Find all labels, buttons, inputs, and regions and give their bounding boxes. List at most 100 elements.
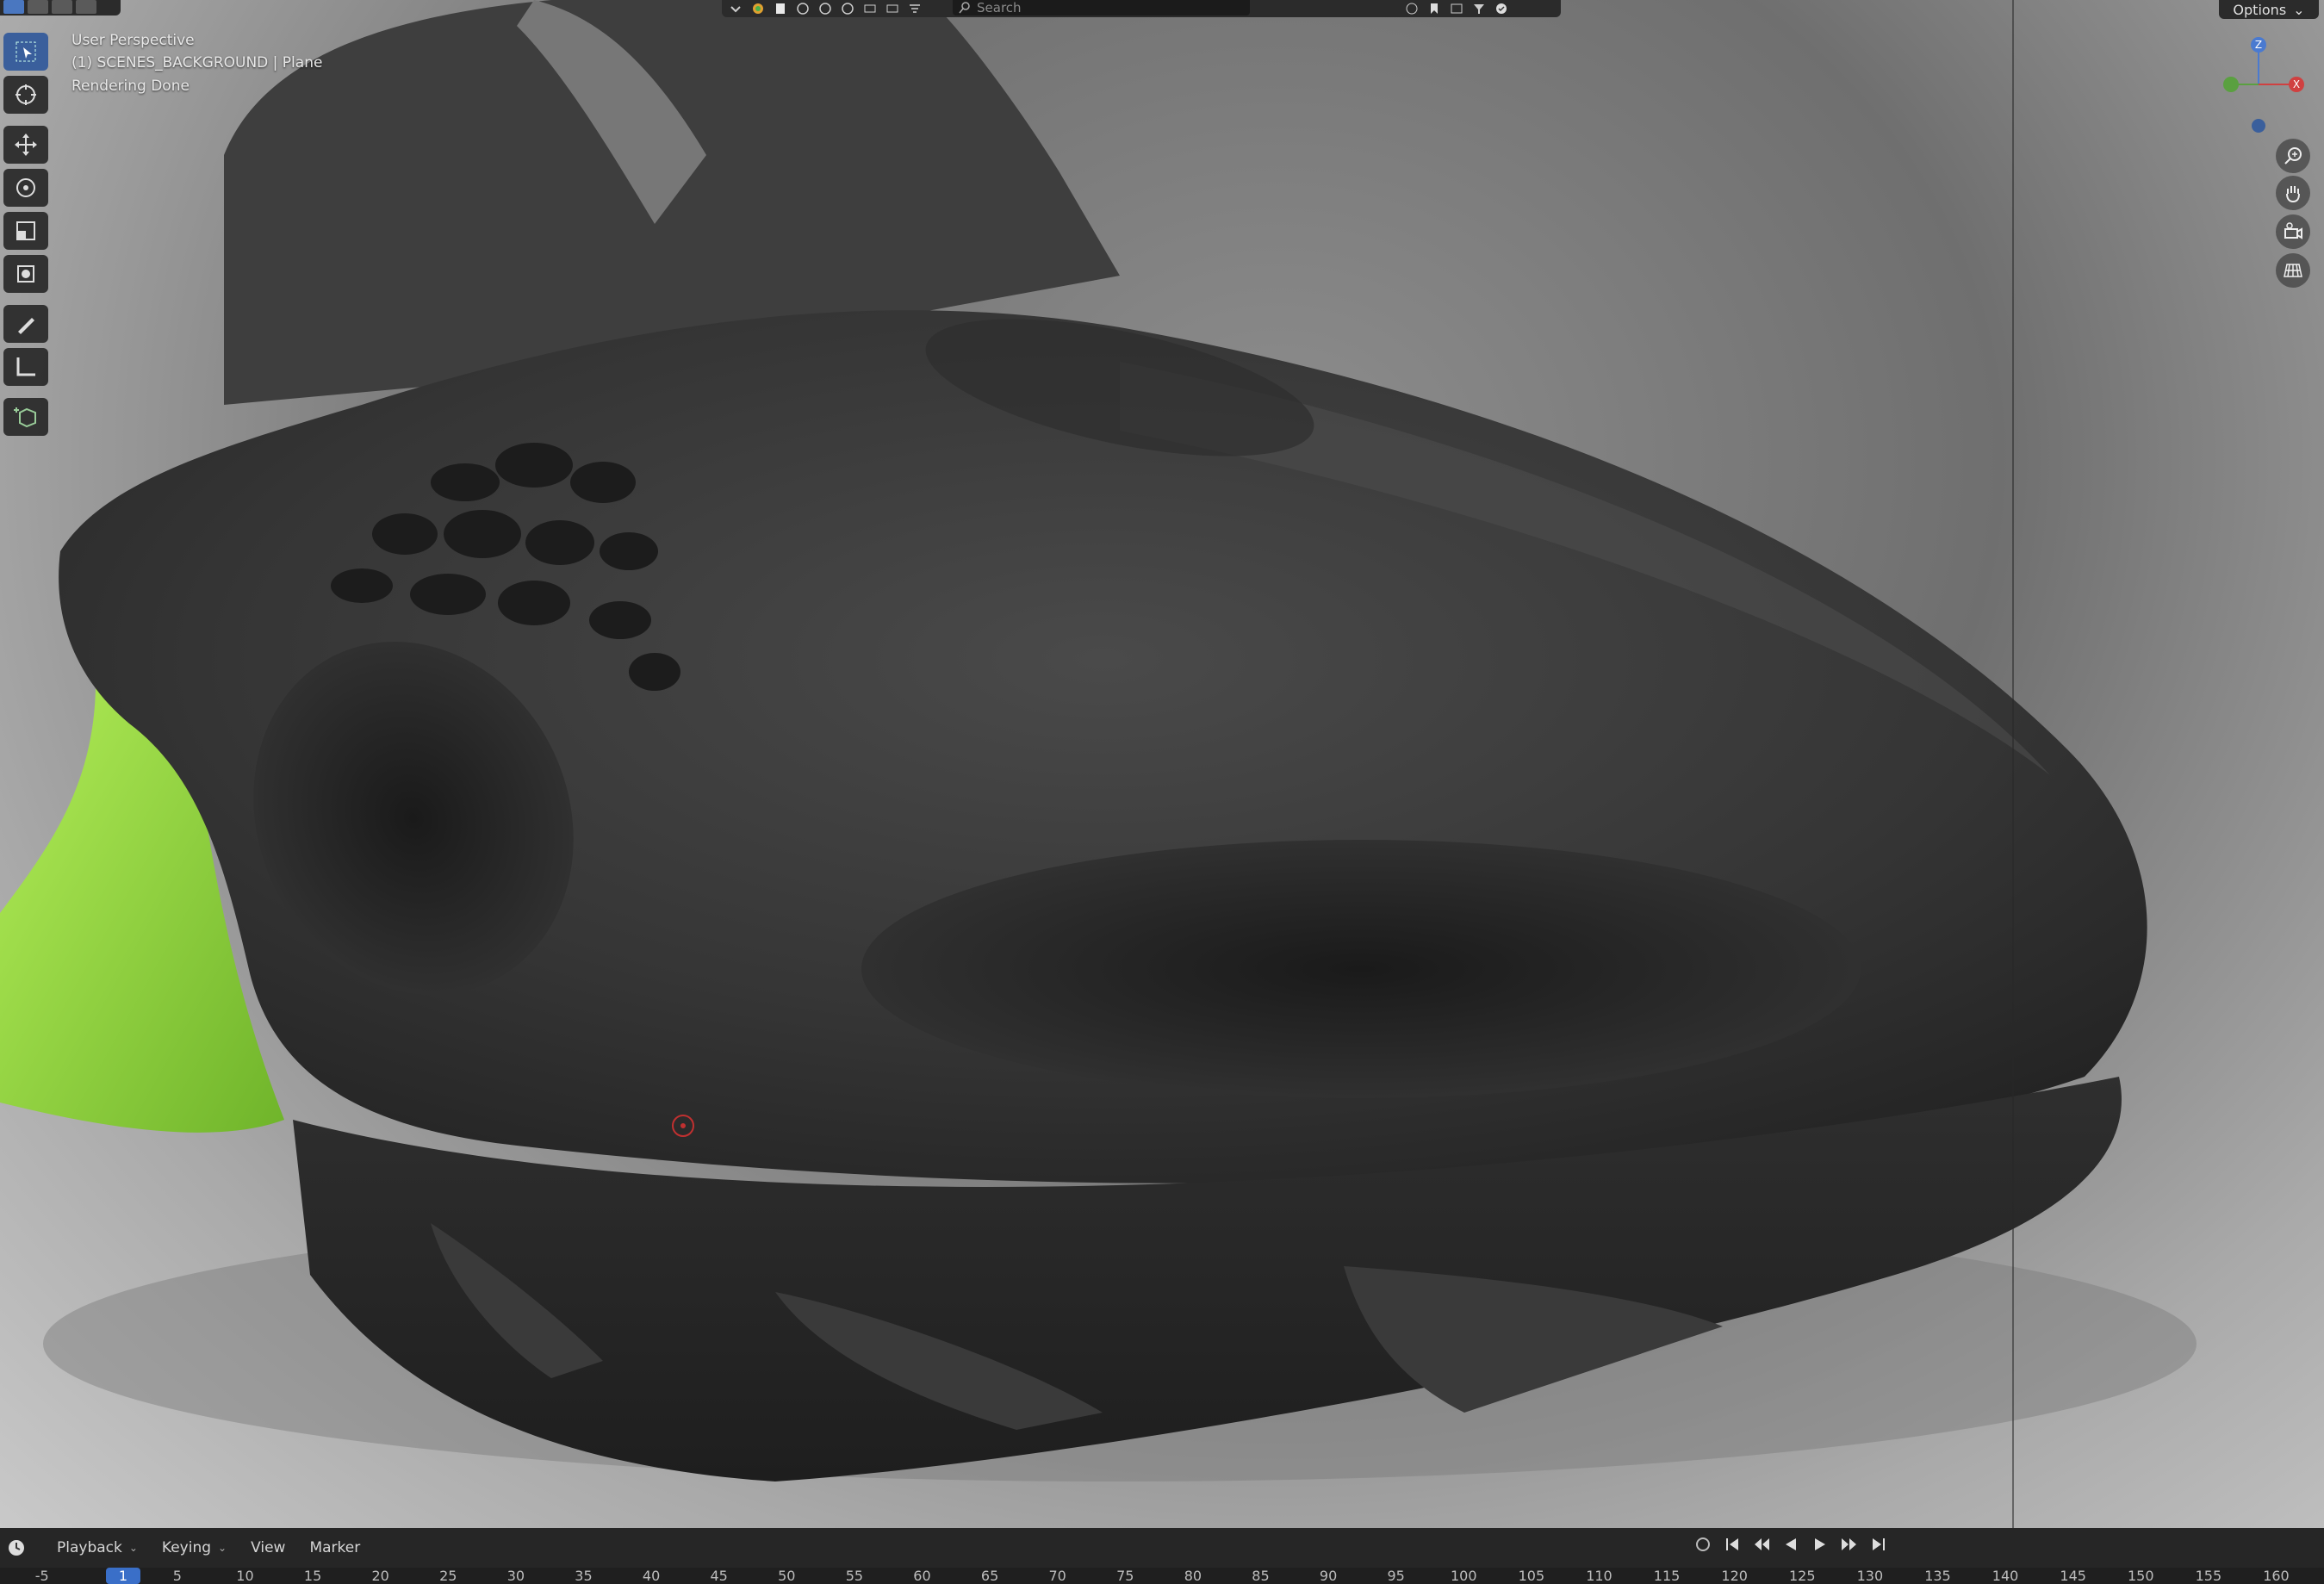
current-frame-indicator[interactable]: 1 bbox=[106, 1568, 140, 1584]
frame-tick-label: 130 bbox=[1856, 1568, 1884, 1584]
transform-icon bbox=[17, 265, 34, 283]
zoom-button[interactable] bbox=[2276, 139, 2310, 173]
navigation-gizmo[interactable]: Z X bbox=[2219, 31, 2314, 143]
frame-tick-label: 65 bbox=[980, 1568, 999, 1584]
x-axis-label: X bbox=[2293, 78, 2300, 90]
bookmark-icon[interactable] bbox=[1426, 2, 1443, 16]
frame-tick-label: 10 bbox=[236, 1568, 254, 1584]
mode-icon[interactable] bbox=[76, 0, 96, 14]
neg-z-axis-handle bbox=[2252, 119, 2265, 133]
frame-tick-label: 110 bbox=[1586, 1568, 1613, 1584]
check-icon[interactable] bbox=[1493, 2, 1510, 16]
move-tool[interactable] bbox=[3, 126, 48, 164]
transform-tool[interactable] bbox=[3, 255, 48, 293]
view-menu[interactable]: View bbox=[251, 1539, 285, 1556]
selection-mode-buttons[interactable] bbox=[0, 0, 121, 16]
add-cube-icon bbox=[14, 407, 36, 428]
3d-viewport[interactable]: User Perspective (1) SCENES_BACKGROUND |… bbox=[0, 0, 2324, 1528]
globe-icon[interactable] bbox=[839, 2, 856, 16]
globe-icon[interactable] bbox=[794, 2, 811, 16]
record-icon[interactable] bbox=[1693, 1535, 1712, 1554]
color-icon[interactable] bbox=[749, 2, 767, 16]
scene-info-label: (1) SCENES_BACKGROUND | Plane bbox=[71, 54, 323, 71]
filter-icon[interactable] bbox=[906, 2, 923, 16]
scale-icon bbox=[16, 221, 35, 240]
move-arrows-icon bbox=[15, 134, 37, 156]
scale-tool[interactable] bbox=[3, 212, 48, 250]
search-input[interactable]: Search bbox=[953, 0, 1250, 16]
frame-tick-label: 75 bbox=[1116, 1568, 1134, 1584]
layers-icon[interactable] bbox=[861, 2, 879, 16]
chevron-down-icon: ⌄ bbox=[128, 1542, 138, 1554]
frame-tick-label: 155 bbox=[2195, 1568, 2222, 1584]
camera-view-button[interactable] bbox=[2276, 214, 2310, 249]
frame-tick-label: 85 bbox=[1252, 1568, 1270, 1584]
clock-icon[interactable] bbox=[1403, 2, 1420, 16]
object-icon[interactable] bbox=[772, 2, 789, 16]
zoom-icon bbox=[2284, 147, 2302, 165]
playback-menu-label: Playback bbox=[57, 1539, 122, 1556]
prev-keyframe-icon[interactable] bbox=[1752, 1535, 1771, 1554]
rotate-tool[interactable] bbox=[3, 169, 48, 207]
frame-tick-label: 40 bbox=[642, 1568, 661, 1584]
mode-icon[interactable] bbox=[52, 0, 72, 14]
layers-icon[interactable] bbox=[884, 2, 901, 16]
chevron-down-icon: ⌄ bbox=[218, 1542, 227, 1554]
keying-menu[interactable]: Keying ⌄ bbox=[162, 1539, 227, 1556]
frame-tick-label: 120 bbox=[1721, 1568, 1748, 1584]
frame-tick-label: 30 bbox=[506, 1568, 525, 1584]
annotate-tool[interactable] bbox=[3, 305, 48, 343]
window-icon[interactable] bbox=[1448, 2, 1465, 16]
chevron-down-icon[interactable] bbox=[727, 2, 744, 16]
rotate-icon bbox=[16, 178, 35, 197]
pan-button[interactable] bbox=[2276, 176, 2310, 210]
marker-menu[interactable]: Marker bbox=[309, 1539, 360, 1556]
pencil-icon bbox=[18, 318, 34, 334]
globe-icon[interactable] bbox=[817, 2, 834, 16]
frame-tick-label: 20 bbox=[371, 1568, 389, 1584]
frame-ruler[interactable]: -5 5 10 15 20 25 30 35 40 45 50 55 60 65 70 75 80 85 90 95 1… bbox=[0, 1568, 2324, 1584]
frame-tick-label: 55 bbox=[845, 1568, 864, 1584]
add-cube-tool[interactable] bbox=[3, 398, 48, 436]
frame-tick-label: 145 bbox=[2060, 1568, 2086, 1584]
options-dropdown[interactable]: Options ⌄ bbox=[2219, 0, 2319, 19]
viewport-header: Search bbox=[722, 0, 1561, 17]
search-icon bbox=[959, 2, 970, 14]
jump-start-icon[interactable] bbox=[1723, 1535, 1742, 1554]
frame-tick-label: 150 bbox=[2127, 1568, 2154, 1584]
view-menu-label: View bbox=[251, 1539, 286, 1556]
play-reverse-icon[interactable] bbox=[1781, 1535, 1800, 1554]
frame-tick-label: 15 bbox=[303, 1568, 322, 1584]
measure-tool[interactable] bbox=[3, 348, 48, 386]
crosshair-icon bbox=[16, 84, 36, 105]
search-placeholder: Search bbox=[977, 0, 1022, 16]
jump-end-icon[interactable] bbox=[1869, 1535, 1888, 1554]
frame-tick-label: 60 bbox=[913, 1568, 931, 1584]
frame-tick-label: 45 bbox=[710, 1568, 728, 1584]
frame-tick-label: 140 bbox=[1992, 1568, 2019, 1584]
playback-menu[interactable]: Playback ⌄ bbox=[57, 1539, 138, 1556]
frame-tick-label: 5 bbox=[172, 1568, 182, 1584]
frame-tick-label: 115 bbox=[1653, 1568, 1681, 1584]
ortho-toggle-button[interactable] bbox=[2276, 253, 2310, 288]
mode-icon[interactable] bbox=[3, 0, 24, 14]
playback-controls bbox=[1693, 1535, 1888, 1554]
rendered-shoe-image bbox=[0, 0, 2197, 1482]
frame-tick-label: 100 bbox=[1450, 1568, 1477, 1584]
timeline-header: Playback ⌄ Keying ⌄ View Marker bbox=[0, 1528, 2324, 1568]
editor-type-button[interactable] bbox=[7, 1535, 33, 1561]
frame-tick-label: 25 bbox=[439, 1568, 457, 1584]
frame-tick-label: 90 bbox=[1319, 1568, 1338, 1584]
frame-tick-label: -5 bbox=[34, 1568, 49, 1584]
funnel-icon[interactable] bbox=[1470, 2, 1488, 16]
select-box-tool[interactable] bbox=[3, 33, 48, 71]
frame-tick-label: 125 bbox=[1788, 1568, 1816, 1584]
y-axis-handle bbox=[2223, 77, 2239, 92]
frame-tick-label: 160 bbox=[2263, 1568, 2290, 1584]
cursor-tool[interactable] bbox=[3, 76, 48, 114]
mode-icon[interactable] bbox=[28, 0, 48, 14]
camera-icon bbox=[2284, 222, 2302, 239]
play-icon[interactable] bbox=[1811, 1535, 1830, 1554]
next-keyframe-icon[interactable] bbox=[1840, 1535, 1859, 1554]
keying-menu-label: Keying bbox=[161, 1539, 212, 1556]
